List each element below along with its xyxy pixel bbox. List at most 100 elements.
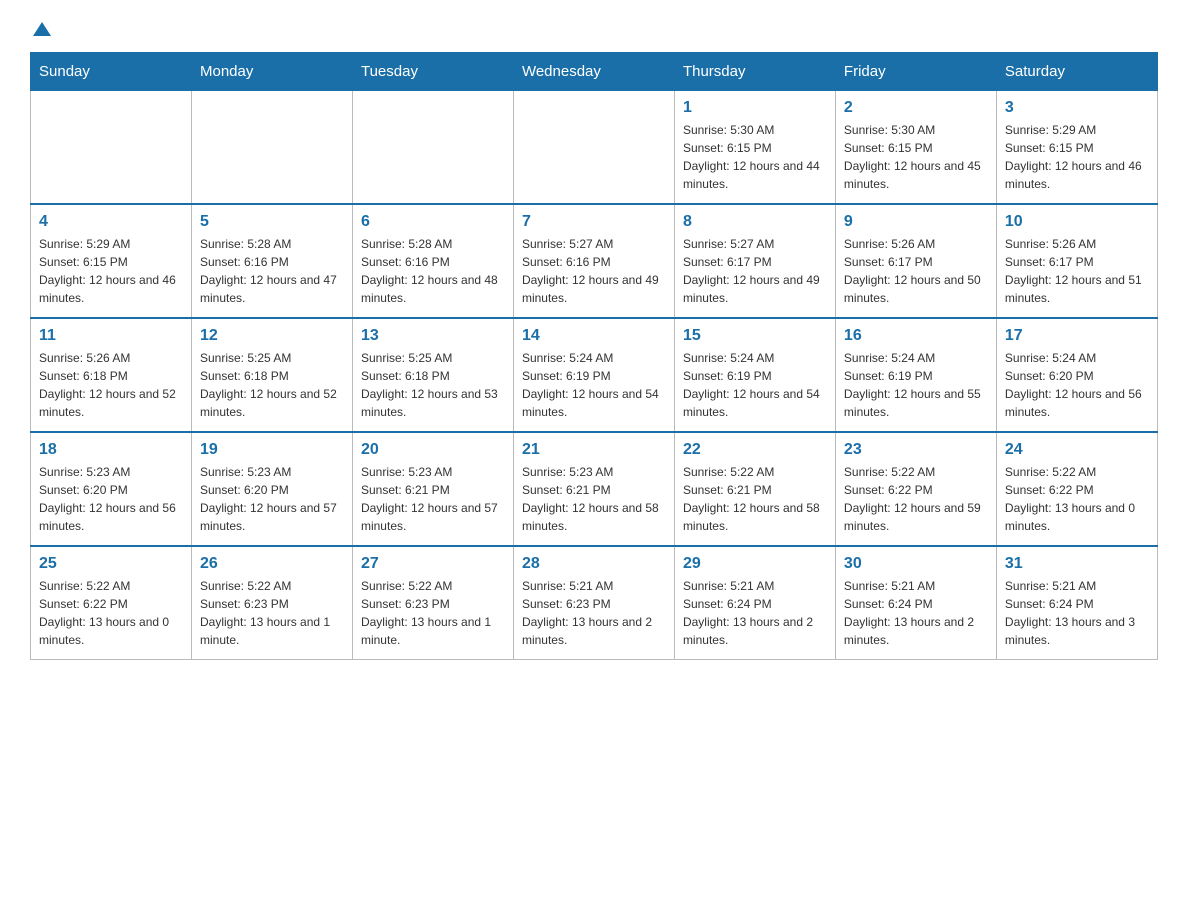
day-number: 5 xyxy=(200,213,344,231)
calendar-cell: 9 Sunrise: 5:26 AMSunset: 6:17 PMDaylight… xyxy=(835,204,996,318)
calendar-cell: 14 Sunrise: 5:24 AMSunset: 6:19 PMDayligh… xyxy=(513,318,674,432)
day-info: Sunrise: 5:25 AMSunset: 6:18 PMDaylight:… xyxy=(361,349,505,421)
calendar-cell: 19 Sunrise: 5:23 AMSunset: 6:20 PMDayligh… xyxy=(191,432,352,546)
logo xyxy=(30,20,51,32)
calendar-cell: 27Sunrise: 5:22 AMSunset: 6:23 PMDayligh… xyxy=(352,546,513,660)
day-info: Sunrise: 5:30 AMSunset: 6:15 PMDaylight:… xyxy=(844,121,988,193)
calendar-cell: 29 Sunrise: 5:21 AMSunset: 6:24 PMDayligh… xyxy=(674,546,835,660)
day-info: Sunrise: 5:22 AMSunset: 6:21 PMDaylight:… xyxy=(683,463,827,535)
day-info: Sunrise: 5:26 AMSunset: 6:18 PMDaylight:… xyxy=(39,349,183,421)
calendar-week-row: 25 Sunrise: 5:22 AMSunset: 6:22 PMDayligh… xyxy=(31,546,1158,660)
weekday-header-tuesday: Tuesday xyxy=(352,53,513,91)
calendar-cell: 23 Sunrise: 5:22 AMSunset: 6:22 PMDayligh… xyxy=(835,432,996,546)
day-info: Sunrise: 5:28 AMSunset: 6:16 PMDaylight:… xyxy=(361,235,505,307)
day-number: 9 xyxy=(844,213,988,231)
day-info: Sunrise: 5:21 AMSunset: 6:23 PMDaylight:… xyxy=(522,577,666,649)
day-info: Sunrise: 5:23 AMSunset: 6:21 PMDaylight:… xyxy=(522,463,666,535)
calendar-cell: 16 Sunrise: 5:24 AMSunset: 6:19 PMDayligh… xyxy=(835,318,996,432)
day-number: 23 xyxy=(844,441,988,459)
weekday-header-wednesday: Wednesday xyxy=(513,53,674,91)
day-info: Sunrise: 5:24 AMSunset: 6:19 PMDaylight:… xyxy=(683,349,827,421)
calendar-cell: 20 Sunrise: 5:23 AMSunset: 6:21 PMDayligh… xyxy=(352,432,513,546)
day-number: 24 xyxy=(1005,441,1149,459)
day-info: Sunrise: 5:29 AMSunset: 6:15 PMDaylight:… xyxy=(39,235,183,307)
calendar-cell: 6 Sunrise: 5:28 AMSunset: 6:16 PMDaylight… xyxy=(352,204,513,318)
calendar-cell xyxy=(31,91,192,205)
calendar-cell: 21 Sunrise: 5:23 AMSunset: 6:21 PMDayligh… xyxy=(513,432,674,546)
calendar-cell: 11Sunrise: 5:26 AMSunset: 6:18 PMDayligh… xyxy=(31,318,192,432)
day-number: 7 xyxy=(522,213,666,231)
day-info: Sunrise: 5:29 AMSunset: 6:15 PMDaylight:… xyxy=(1005,121,1149,193)
calendar-cell: 2Sunrise: 5:30 AMSunset: 6:15 PMDaylight… xyxy=(835,91,996,205)
day-info: Sunrise: 5:23 AMSunset: 6:21 PMDaylight:… xyxy=(361,463,505,535)
weekday-header-thursday: Thursday xyxy=(674,53,835,91)
calendar-cell: 7 Sunrise: 5:27 AMSunset: 6:16 PMDaylight… xyxy=(513,204,674,318)
weekday-header-sunday: Sunday xyxy=(31,53,192,91)
calendar-cell: 4 Sunrise: 5:29 AMSunset: 6:15 PMDaylight… xyxy=(31,204,192,318)
day-info: Sunrise: 5:22 AMSunset: 6:22 PMDaylight:… xyxy=(39,577,183,649)
calendar-week-row: 18 Sunrise: 5:23 AMSunset: 6:20 PMDayligh… xyxy=(31,432,1158,546)
day-number: 17 xyxy=(1005,327,1149,345)
calendar-cell: 13 Sunrise: 5:25 AMSunset: 6:18 PMDayligh… xyxy=(352,318,513,432)
day-info: Sunrise: 5:26 AMSunset: 6:17 PMDaylight:… xyxy=(1005,235,1149,307)
calendar-week-row: 4 Sunrise: 5:29 AMSunset: 6:15 PMDaylight… xyxy=(31,204,1158,318)
calendar-cell: 5 Sunrise: 5:28 AMSunset: 6:16 PMDaylight… xyxy=(191,204,352,318)
day-number: 15 xyxy=(683,327,827,345)
calendar-cell: 8Sunrise: 5:27 AMSunset: 6:17 PMDaylight… xyxy=(674,204,835,318)
day-number: 20 xyxy=(361,441,505,459)
day-number: 13 xyxy=(361,327,505,345)
calendar-cell: 10 Sunrise: 5:26 AMSunset: 6:17 PMDayligh… xyxy=(996,204,1157,318)
calendar-cell: 28 Sunrise: 5:21 AMSunset: 6:23 PMDayligh… xyxy=(513,546,674,660)
day-number: 19 xyxy=(200,441,344,459)
calendar-table: SundayMondayTuesdayWednesdayThursdayFrid… xyxy=(30,52,1158,660)
weekday-header-friday: Friday xyxy=(835,53,996,91)
calendar-cell: 24 Sunrise: 5:22 AMSunset: 6:22 PMDayligh… xyxy=(996,432,1157,546)
calendar-cell: 3 Sunrise: 5:29 AMSunset: 6:15 PMDaylight… xyxy=(996,91,1157,205)
day-info: Sunrise: 5:27 AMSunset: 6:17 PMDaylight:… xyxy=(683,235,827,307)
day-number: 22 xyxy=(683,441,827,459)
calendar-cell: 26 Sunrise: 5:22 AMSunset: 6:23 PMDayligh… xyxy=(191,546,352,660)
calendar-cell xyxy=(191,91,352,205)
day-number: 29 xyxy=(683,555,827,573)
day-number: 28 xyxy=(522,555,666,573)
day-number: 26 xyxy=(200,555,344,573)
day-number: 16 xyxy=(844,327,988,345)
day-info: Sunrise: 5:21 AMSunset: 6:24 PMDaylight:… xyxy=(1005,577,1149,649)
day-info: Sunrise: 5:24 AMSunset: 6:19 PMDaylight:… xyxy=(844,349,988,421)
calendar-cell: 12 Sunrise: 5:25 AMSunset: 6:18 PMDayligh… xyxy=(191,318,352,432)
calendar-cell: 15 Sunrise: 5:24 AMSunset: 6:19 PMDayligh… xyxy=(674,318,835,432)
day-number: 25 xyxy=(39,555,183,573)
day-number: 31 xyxy=(1005,555,1149,573)
day-number: 21 xyxy=(522,441,666,459)
calendar-week-row: 11Sunrise: 5:26 AMSunset: 6:18 PMDayligh… xyxy=(31,318,1158,432)
day-number: 4 xyxy=(39,213,183,231)
calendar-cell: 17 Sunrise: 5:24 AMSunset: 6:20 PMDayligh… xyxy=(996,318,1157,432)
calendar-cell: 1Sunrise: 5:30 AMSunset: 6:15 PMDaylight… xyxy=(674,91,835,205)
day-info: Sunrise: 5:28 AMSunset: 6:16 PMDaylight:… xyxy=(200,235,344,307)
day-info: Sunrise: 5:22 AMSunset: 6:23 PMDaylight:… xyxy=(200,577,344,649)
day-number: 10 xyxy=(1005,213,1149,231)
day-info: Sunrise: 5:22 AMSunset: 6:23 PMDaylight:… xyxy=(361,577,505,649)
day-info: Sunrise: 5:24 AMSunset: 6:20 PMDaylight:… xyxy=(1005,349,1149,421)
calendar-cell: 18 Sunrise: 5:23 AMSunset: 6:20 PMDayligh… xyxy=(31,432,192,546)
day-info: Sunrise: 5:23 AMSunset: 6:20 PMDaylight:… xyxy=(39,463,183,535)
day-number: 6 xyxy=(361,213,505,231)
day-number: 18 xyxy=(39,441,183,459)
calendar-week-row: 1Sunrise: 5:30 AMSunset: 6:15 PMDaylight… xyxy=(31,91,1158,205)
day-info: Sunrise: 5:24 AMSunset: 6:19 PMDaylight:… xyxy=(522,349,666,421)
day-number: 14 xyxy=(522,327,666,345)
day-info: Sunrise: 5:21 AMSunset: 6:24 PMDaylight:… xyxy=(844,577,988,649)
day-info: Sunrise: 5:27 AMSunset: 6:16 PMDaylight:… xyxy=(522,235,666,307)
day-info: Sunrise: 5:22 AMSunset: 6:22 PMDaylight:… xyxy=(1005,463,1149,535)
day-info: Sunrise: 5:23 AMSunset: 6:20 PMDaylight:… xyxy=(200,463,344,535)
calendar-cell xyxy=(352,91,513,205)
day-number: 12 xyxy=(200,327,344,345)
weekday-header-saturday: Saturday xyxy=(996,53,1157,91)
day-info: Sunrise: 5:30 AMSunset: 6:15 PMDaylight:… xyxy=(683,121,827,193)
day-info: Sunrise: 5:21 AMSunset: 6:24 PMDaylight:… xyxy=(683,577,827,649)
calendar-cell: 31 Sunrise: 5:21 AMSunset: 6:24 PMDayligh… xyxy=(996,546,1157,660)
day-number: 3 xyxy=(1005,99,1149,117)
day-info: Sunrise: 5:22 AMSunset: 6:22 PMDaylight:… xyxy=(844,463,988,535)
day-info: Sunrise: 5:25 AMSunset: 6:18 PMDaylight:… xyxy=(200,349,344,421)
day-info: Sunrise: 5:26 AMSunset: 6:17 PMDaylight:… xyxy=(844,235,988,307)
